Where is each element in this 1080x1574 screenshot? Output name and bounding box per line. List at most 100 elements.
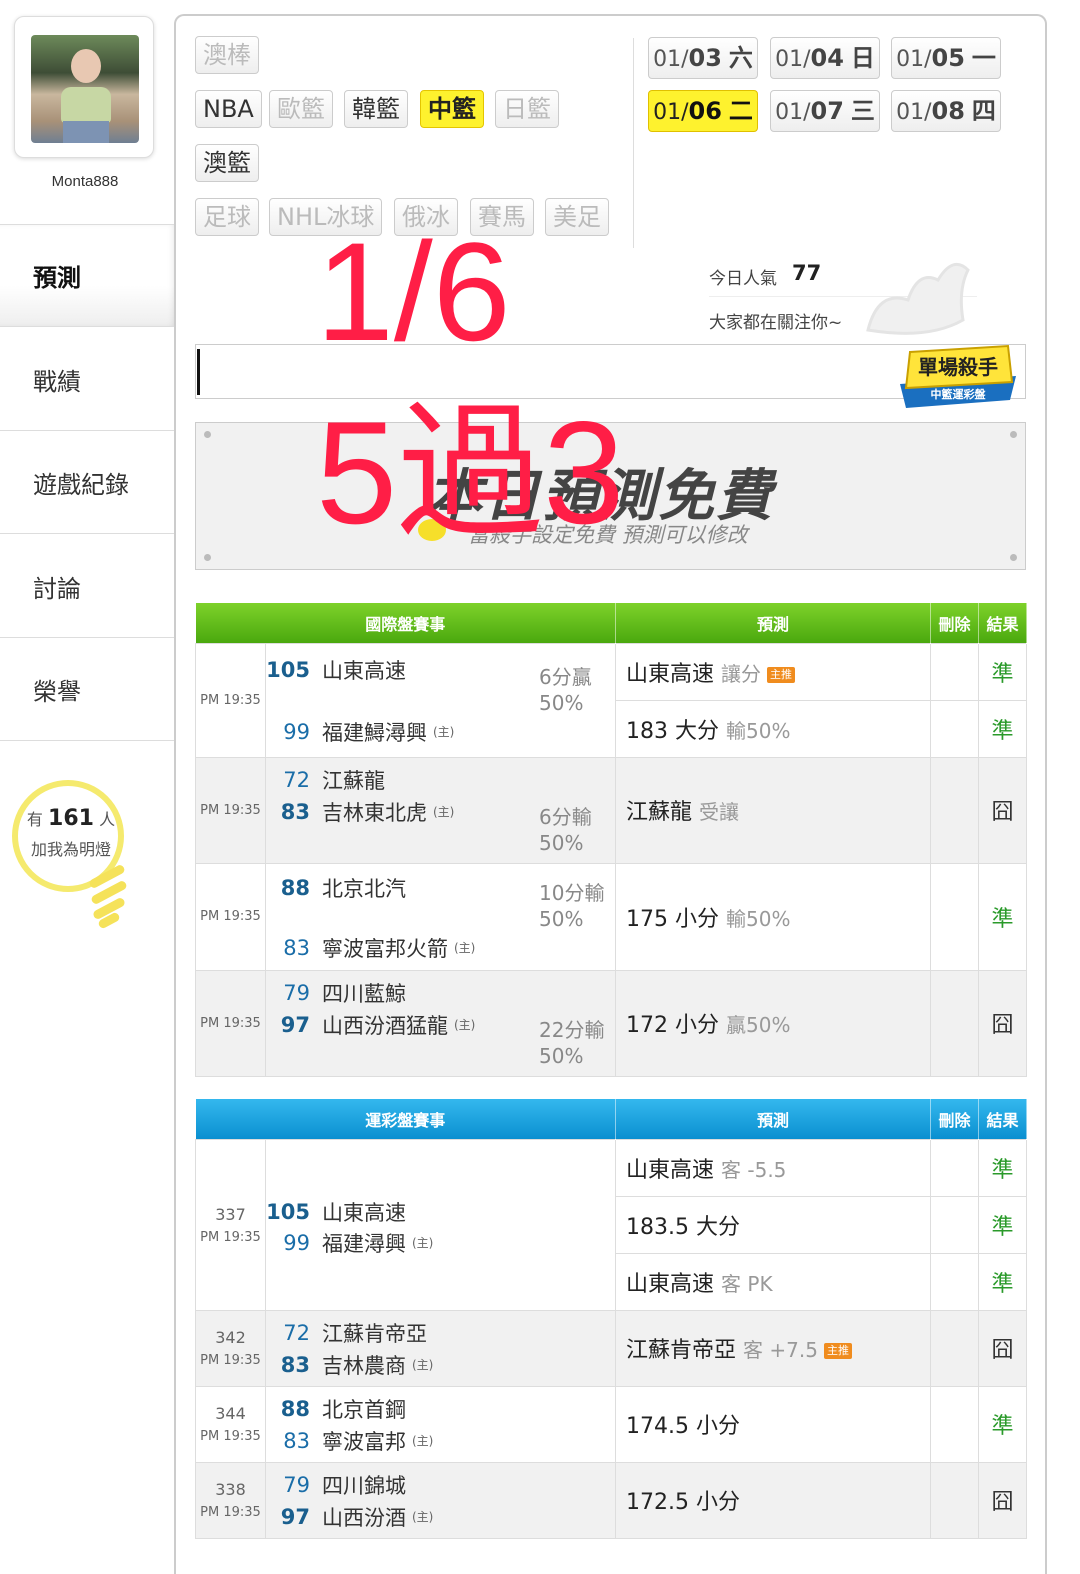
main-pick-badge: 主推 [823, 1343, 852, 1359]
sport-tag-aus-basketball[interactable]: 澳籃 [195, 144, 259, 182]
game-time: PM 19:35 [195, 756, 266, 864]
delete-cell[interactable] [930, 1195, 980, 1254]
nav-item-predict[interactable]: 預測 [0, 224, 175, 327]
table-row: 338 PM 19:35 79 四川錦城 97 山西汾酒 (主) 172.5 小分 囧 [195, 1461, 1028, 1539]
result: 準 [978, 1195, 1028, 1254]
sport-tag-china-basketball[interactable]: 中籃 [420, 90, 484, 128]
table-row: 344 PM 19:35 88 北京首鋼 83 寧波富邦 (主) 174.5 小分 準 [195, 1385, 1028, 1463]
avatar[interactable] [31, 35, 139, 143]
prediction: 江蘇肯帝亞 客 +7.5 主推 [615, 1309, 932, 1387]
table-header: 國際盤賽事 預測 刪除 結果 [195, 603, 1028, 643]
delete-cell[interactable] [930, 1309, 980, 1387]
prediction: 172 小分 贏50% [615, 969, 932, 1077]
sport-tag-nba[interactable]: NBA [195, 90, 262, 128]
nav-item-record[interactable]: 戰績 [0, 328, 175, 431]
lightbulb-label: 加我為明燈 [30, 840, 111, 859]
sport-tag-korea-basketball[interactable]: 韓籃 [344, 90, 408, 128]
table-header: 運彩盤賽事 預測 刪除 結果 [195, 1099, 1028, 1139]
result: 準 [978, 699, 1028, 758]
result: 準 [978, 862, 1028, 971]
date-tab-0105[interactable]: 01/05 一 [891, 37, 1001, 79]
matchup: 72 江蘇龍 83 吉林東北虎 (主) 6分輸 50% [264, 756, 617, 864]
result: 準 [978, 1385, 1028, 1463]
matchup: 72 江蘇肯帝亞 83 吉林農商 (主) [264, 1309, 617, 1387]
overlay-record: 5過3 [316, 391, 625, 554]
overlay-date: 1/6 [316, 213, 511, 370]
table-row: PM 19:35 72 江蘇龍 83 吉林東北虎 (主) 6分輸 50% 江蘇龍 受讓 … [195, 756, 1028, 864]
game-id-time: 337 PM 19:35 [195, 1138, 266, 1311]
delete-cell[interactable] [930, 642, 980, 701]
sport-tag-aus-baseball[interactable]: 澳棒 [195, 36, 259, 74]
header-prediction: 預測 [615, 603, 932, 643]
nav-item-discussion[interactable]: 討論 [0, 535, 175, 638]
header-delete: 刪除 [930, 603, 980, 643]
delete-cell[interactable] [930, 1252, 980, 1311]
result: 囧 [978, 756, 1028, 864]
table-row: PM 19:35 88 北京北汽 83 寧波富邦火箭 (主) 10分輸 50% 175 … [195, 862, 1028, 971]
game-id-time: 342 PM 19:35 [195, 1309, 266, 1387]
result: 囧 [978, 1461, 1028, 1539]
sport-tag-american-football[interactable]: 美足 [545, 198, 609, 236]
prediction: 183.5 大分 [615, 1195, 932, 1254]
delete-cell[interactable] [930, 1385, 980, 1463]
delete-cell[interactable] [930, 1138, 980, 1197]
result: 囧 [978, 969, 1028, 1077]
lightbulb-base-icon [84, 863, 128, 930]
game-time: PM 19:35 [195, 642, 266, 758]
header-prediction: 預測 [615, 1099, 932, 1139]
date-tab-0104[interactable]: 01/04 日 [770, 37, 880, 79]
header-games: 運彩盤賽事 [195, 1099, 617, 1139]
matchup: 88 北京北汽 83 寧波富邦火箭 (主) 10分輸 50% [264, 862, 617, 971]
prediction: 183 大分 輸50% [615, 699, 932, 758]
matchup: 79 四川藍鯨 97 山西汾酒猛龍 (主) 22分輸 50% [264, 969, 617, 1077]
date-tab-0107[interactable]: 01/07 三 [770, 90, 880, 132]
nav-item-game-log[interactable]: 遊戲紀錄 [0, 431, 175, 534]
delete-cell[interactable] [930, 1461, 980, 1539]
sport-tag-japan-basketball[interactable]: 日籃 [495, 90, 559, 128]
intl-table: 國際盤賽事 預測 刪除 結果 PM 19:35 105 山東高速 99 福建鱘潯興(… [195, 603, 1028, 1077]
delete-cell[interactable] [930, 756, 980, 864]
result: 準 [978, 642, 1028, 701]
matchup: 79 四川錦城 97 山西汾酒 (主) [264, 1461, 617, 1539]
header-result: 結果 [978, 1099, 1028, 1139]
header-result: 結果 [978, 603, 1028, 643]
main-pick-badge: 主推 [767, 666, 796, 683]
sidebar: Monta888 預測 戰績 遊戲紀錄 討論 榮譽 有 161 人 加我為明燈 [0, 0, 175, 1551]
game-time: PM 19:35 [195, 969, 266, 1077]
matchup: 105 山東高速 99 福建潯興 (主) [264, 1138, 617, 1311]
result: 囧 [978, 1309, 1028, 1387]
popularity-value: 77 [792, 261, 822, 285]
header-games: 國際盤賽事 [195, 603, 617, 643]
prediction: 174.5 小分 [615, 1385, 932, 1463]
divider [633, 38, 634, 248]
matchup: 105 山東高速 99 福建鱘潯興 (主) 6分贏 50% [264, 642, 617, 758]
header-delete: 刪除 [930, 1099, 980, 1139]
delete-cell[interactable] [930, 862, 980, 971]
sport-tag-euro-basketball[interactable]: 歐籃 [269, 90, 333, 128]
svg-text:單場殺手: 單場殺手 [918, 355, 998, 379]
avatar-card[interactable] [14, 16, 154, 158]
table-row: PM 19:35 79 四川藍鯨 97 山西汾酒猛龍 (主) 22分輸 50% 172 … [195, 969, 1028, 1077]
sport-tag-soccer[interactable]: 足球 [195, 198, 259, 236]
date-tab-0108[interactable]: 01/08 四 [891, 90, 1001, 132]
lottery-table: 運彩盤賽事 預測 刪除 結果 337 PM 19:35 105 山東高速 99 福建潯… [195, 1099, 1028, 1539]
table-row: 337 PM 19:35 105 山東高速 99 福建潯興 (主) 山東高速 客 -5.… [195, 1138, 1028, 1311]
username[interactable]: Monta888 [0, 173, 170, 190]
prediction: 山東高速 客 -5.5 [615, 1138, 932, 1197]
game-id-time: 338 PM 19:35 [195, 1461, 266, 1539]
svg-text:中籃運彩盤: 中籃運彩盤 [931, 387, 987, 401]
prediction: 175 小分 輸50% [615, 862, 932, 971]
nav-item-honor[interactable]: 榮譽 [0, 638, 175, 741]
table-row: 342 PM 19:35 72 江蘇肯帝亞 83 吉林農商 (主) 江蘇肯帝亞 客 +7… [195, 1309, 1028, 1387]
prediction: 江蘇龍 受讓 [615, 756, 932, 864]
popularity-message: 大家都在關注你~ [709, 313, 843, 333]
delete-cell[interactable] [930, 699, 980, 758]
game-id-time: 344 PM 19:35 [195, 1385, 266, 1463]
matchup: 88 北京首鋼 83 寧波富邦 (主) [264, 1385, 617, 1463]
lightbulb-count: 有 161 人 [26, 806, 116, 831]
delete-cell[interactable] [930, 969, 980, 1077]
prediction: 山東高速 客 PK [615, 1252, 932, 1311]
result: 準 [978, 1252, 1028, 1311]
date-tab-0106[interactable]: 01/06 二 [648, 90, 758, 132]
date-tab-0103[interactable]: 01/03 六 [648, 37, 758, 79]
